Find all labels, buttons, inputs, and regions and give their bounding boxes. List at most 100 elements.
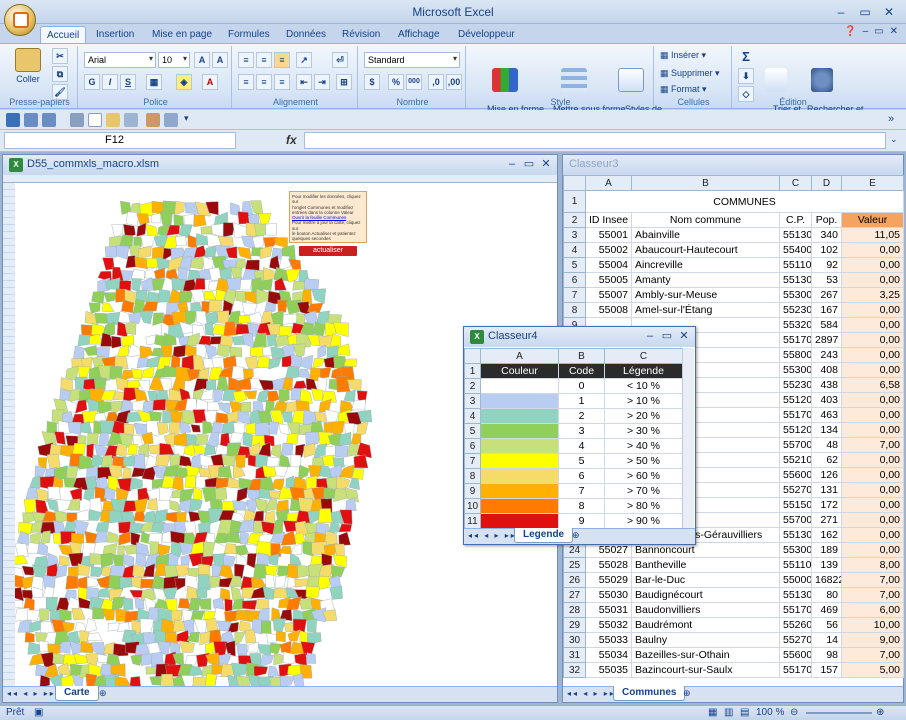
legend-column-header[interactable]: A bbox=[480, 348, 559, 364]
page-layout-icon[interactable]: ▥ bbox=[724, 707, 733, 718]
classeur4-maximize-icon[interactable]: ▭ bbox=[660, 329, 674, 343]
align-right-icon[interactable]: ≡ bbox=[274, 74, 290, 90]
legend-row-header[interactable]: 1 bbox=[464, 363, 481, 379]
decrease-indent-icon[interactable]: ⇤ bbox=[296, 74, 312, 90]
redo-icon[interactable] bbox=[42, 113, 56, 127]
cp-cell[interactable]: 55130 bbox=[779, 587, 812, 603]
pop-cell[interactable]: 340 bbox=[811, 227, 842, 243]
commune-cell[interactable]: Baudrémont bbox=[631, 617, 780, 633]
sheet-tab-legende[interactable]: Legende bbox=[514, 528, 574, 543]
fill-icon[interactable]: ⬇ bbox=[738, 68, 754, 84]
commune-cell[interactable]: Baulny bbox=[631, 632, 780, 648]
tab-developpeur[interactable]: Développeur bbox=[452, 26, 521, 44]
legend-code-cell[interactable]: 0 bbox=[558, 378, 605, 394]
legend-color-swatch[interactable] bbox=[480, 513, 559, 529]
pop-cell[interactable]: 172 bbox=[811, 497, 842, 513]
carte-close-icon[interactable]: ✕ bbox=[539, 157, 553, 171]
tab-formules[interactable]: Formules bbox=[222, 26, 276, 44]
currency-icon[interactable]: $ bbox=[364, 74, 380, 90]
legend-label-cell[interactable]: > 70 % bbox=[604, 483, 683, 499]
insee-cell[interactable]: 55032 bbox=[585, 617, 632, 633]
cp-cell[interactable]: 55210 bbox=[779, 452, 812, 468]
row-header[interactable]: 5 bbox=[563, 257, 586, 273]
cp-cell[interactable]: 55000 bbox=[779, 572, 812, 588]
legend-row-header[interactable]: 4 bbox=[464, 408, 481, 424]
pop-cell[interactable]: 98 bbox=[811, 647, 842, 663]
pop-cell[interactable]: 131 bbox=[811, 482, 842, 498]
column-header[interactable]: C bbox=[779, 175, 812, 191]
legend-code-cell[interactable]: 3 bbox=[558, 423, 605, 439]
office-button[interactable] bbox=[4, 4, 36, 36]
valeur-cell[interactable]: 10,00 bbox=[841, 617, 904, 633]
cp-cell[interactable]: 55400 bbox=[779, 242, 812, 258]
legend-code-cell[interactable]: 1 bbox=[558, 393, 605, 409]
classeur4-new-sheet-icon[interactable]: ⊕ bbox=[572, 530, 580, 541]
pop-cell[interactable]: 267 bbox=[811, 287, 842, 303]
classeur3-new-sheet-icon[interactable]: ⊕ bbox=[683, 688, 691, 699]
valeur-cell[interactable]: 0,00 bbox=[841, 467, 904, 483]
valeur-cell[interactable]: 0,00 bbox=[841, 497, 904, 513]
cp-cell[interactable]: 55800 bbox=[779, 347, 812, 363]
legend-label-cell[interactable]: > 20 % bbox=[604, 408, 683, 424]
valeur-cell[interactable]: 7,00 bbox=[841, 587, 904, 603]
pop-cell[interactable]: 102 bbox=[811, 242, 842, 258]
align-bottom-icon[interactable]: ≡ bbox=[274, 52, 290, 68]
valeur-cell[interactable]: 5,00 bbox=[841, 662, 904, 678]
grow-font-icon[interactable]: A bbox=[194, 52, 210, 68]
valeur-cell[interactable]: 0,00 bbox=[841, 302, 904, 318]
insee-cell[interactable]: 55028 bbox=[585, 557, 632, 573]
legend-row-header[interactable]: 6 bbox=[464, 438, 481, 454]
bold-button[interactable]: G bbox=[84, 74, 100, 90]
pop-cell[interactable]: 80 bbox=[811, 587, 842, 603]
row-header[interactable]: 8 bbox=[563, 302, 586, 318]
font-color-icon[interactable]: A bbox=[202, 74, 218, 90]
cp-cell[interactable]: 55120 bbox=[779, 392, 812, 408]
thousands-button[interactable]: 000 bbox=[406, 74, 422, 90]
insee-cell[interactable]: 55035 bbox=[585, 662, 632, 678]
legend-code-cell[interactable]: 5 bbox=[558, 453, 605, 469]
commune-cell[interactable]: Bar-le-Duc bbox=[631, 572, 780, 588]
carte-maximize-icon[interactable]: ▭ bbox=[522, 157, 536, 171]
insee-cell[interactable]: 55002 bbox=[585, 242, 632, 258]
pop-cell[interactable]: 189 bbox=[811, 542, 842, 558]
legend-code-cell[interactable]: 7 bbox=[558, 483, 605, 499]
tab-revision[interactable]: Révision bbox=[336, 26, 386, 44]
carte-minimize-icon[interactable]: – bbox=[505, 157, 519, 171]
legend-code-cell[interactable]: 4 bbox=[558, 438, 605, 454]
new-sheet-icon[interactable]: ⊕ bbox=[99, 688, 107, 699]
row-header[interactable]: 26 bbox=[563, 572, 586, 588]
cp-cell[interactable]: 55230 bbox=[779, 377, 812, 393]
pop-cell[interactable]: 408 bbox=[811, 362, 842, 378]
pop-cell[interactable]: 403 bbox=[811, 392, 842, 408]
cp-cell[interactable]: 55130 bbox=[779, 227, 812, 243]
commune-cell[interactable]: Abainville bbox=[631, 227, 780, 243]
cp-cell[interactable]: 55130 bbox=[779, 527, 812, 543]
paste-button[interactable]: Coller bbox=[8, 48, 48, 84]
legend-label-cell[interactable]: > 90 % bbox=[604, 513, 683, 529]
valeur-cell[interactable]: 7,00 bbox=[841, 437, 904, 453]
align-left-icon[interactable]: ≡ bbox=[238, 74, 254, 90]
insee-cell[interactable]: 55005 bbox=[585, 272, 632, 288]
legend-row-header[interactable]: 5 bbox=[464, 423, 481, 439]
percent-button[interactable]: % bbox=[388, 74, 404, 90]
cp-cell[interactable]: 55110 bbox=[779, 257, 812, 273]
delete-button[interactable]: ▦ Supprimer ▾ bbox=[660, 68, 720, 78]
classeur4-minimize-icon[interactable]: – bbox=[643, 329, 657, 343]
column-header[interactable]: E bbox=[841, 175, 904, 191]
pop-cell[interactable]: 14 bbox=[811, 632, 842, 648]
cp-cell[interactable]: 55170 bbox=[779, 662, 812, 678]
cp-cell[interactable]: 55320 bbox=[779, 317, 812, 333]
italic-button[interactable]: I bbox=[102, 74, 118, 90]
undo-icon[interactable] bbox=[24, 113, 38, 127]
tab-insertion[interactable]: Insertion bbox=[90, 26, 140, 44]
valeur-cell[interactable]: 9,00 bbox=[841, 632, 904, 648]
legend-color-swatch[interactable] bbox=[480, 468, 559, 484]
cut-icon[interactable]: ✂ bbox=[52, 48, 68, 64]
cp-cell[interactable]: 55270 bbox=[779, 482, 812, 498]
column-header[interactable]: D bbox=[811, 175, 842, 191]
commune-cell[interactable]: Baudignécourt bbox=[631, 587, 780, 603]
valeur-cell[interactable]: 11,05 bbox=[841, 227, 904, 243]
legend-row-header[interactable]: 2 bbox=[464, 378, 481, 394]
valeur-cell[interactable]: 0,00 bbox=[841, 347, 904, 363]
legend-label-cell[interactable]: > 60 % bbox=[604, 468, 683, 484]
